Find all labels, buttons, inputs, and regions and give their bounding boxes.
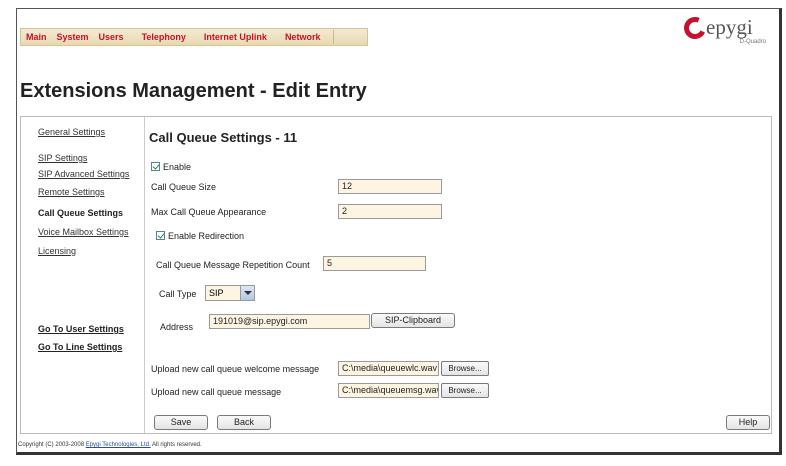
nav-internet-uplink[interactable]: Internet Uplink [199, 32, 272, 42]
browse-message-button[interactable]: Browse... [441, 383, 489, 398]
nav-telephony[interactable]: Telephony [137, 32, 191, 42]
nav-main[interactable]: Main [21, 32, 52, 42]
welcome-message-label: Upload new call queue welcome message [151, 364, 320, 374]
sidebar-item-voice-mailbox-settings[interactable]: Voice Mailbox Settings [38, 227, 129, 237]
logo-subtitle: D-Quadro [739, 39, 766, 45]
chevron-down-icon[interactable] [240, 286, 254, 300]
nav-divider [333, 30, 335, 44]
call-type-value: SIP [209, 288, 224, 298]
address-label: Address [160, 322, 194, 332]
nav-users[interactable]: Users [94, 32, 129, 42]
enable-redirection-label: Enable Redirection [168, 231, 245, 241]
queue-message-label: Upload new call queue message [151, 387, 282, 397]
sidebar-item-sip-settings[interactable]: SIP Settings [38, 153, 87, 163]
footer-copyright: Copyright (C) 2003-2008 [18, 442, 85, 448]
max-appearance-input[interactable]: 2 [338, 204, 442, 219]
enable-redirection-checkbox[interactable] [156, 231, 165, 240]
sip-clipboard-button[interactable]: SIP-Clipboard [371, 313, 455, 328]
sidebar-item-general-settings[interactable]: General Settings [38, 127, 105, 137]
queue-size-label: Call Queue Size [151, 182, 217, 192]
max-appearance-label: Max Call Queue Appearance [151, 207, 267, 217]
epygi-logo: epygi D-Quadro [680, 13, 766, 48]
nav-network[interactable]: Network [280, 32, 326, 42]
sidebar-divider [144, 117, 145, 433]
sidebar-item-licensing[interactable]: Licensing [38, 246, 76, 256]
repetition-count-input[interactable]: 5 [323, 256, 426, 271]
help-button[interactable]: Help [726, 415, 770, 430]
page-title: Extensions Management - Edit Entry [20, 80, 367, 102]
sidebar-item-remote-settings[interactable]: Remote Settings [38, 187, 105, 197]
call-type-label: Call Type [159, 289, 197, 299]
footer: Copyright (C) 2003-2008 Epygi Technologi… [18, 442, 202, 448]
logo-mark-icon [680, 13, 710, 43]
back-button[interactable]: Back [217, 415, 271, 430]
welcome-message-file-input[interactable]: C:\media\queuewlc.wav [338, 361, 439, 376]
go-to-user-settings-link[interactable]: Go To User Settings [38, 324, 124, 334]
queue-message-file-input[interactable]: C:\media\queuemsg.wav [338, 383, 439, 398]
browse-welcome-button[interactable]: Browse... [441, 361, 489, 376]
go-to-line-settings-link[interactable]: Go To Line Settings [38, 342, 122, 352]
call-type-select[interactable]: SIP [205, 285, 255, 301]
footer-company-link[interactable]: Epygi Technologies, Ltd. [86, 442, 151, 448]
enable-label: Enable [163, 162, 192, 172]
top-nav: Main System Users Telephony Internet Upl… [20, 28, 368, 46]
nav-system[interactable]: System [52, 32, 94, 42]
section-title: Call Queue Settings - 11 [149, 130, 298, 145]
logo-text: epygi [706, 15, 753, 39]
sidebar-item-call-queue-settings[interactable]: Call Queue Settings [38, 208, 123, 218]
enable-checkbox[interactable] [151, 162, 160, 171]
queue-size-input[interactable]: 12 [338, 179, 442, 194]
footer-rights: All rights reserved. [152, 442, 202, 448]
save-button[interactable]: Save [154, 415, 208, 430]
repetition-count-label: Call Queue Message Repetition Count [156, 260, 310, 270]
sidebar-item-sip-advanced-settings[interactable]: SIP Advanced Settings [38, 169, 129, 179]
address-input[interactable]: 191019@sip.epygi.com [209, 314, 370, 329]
